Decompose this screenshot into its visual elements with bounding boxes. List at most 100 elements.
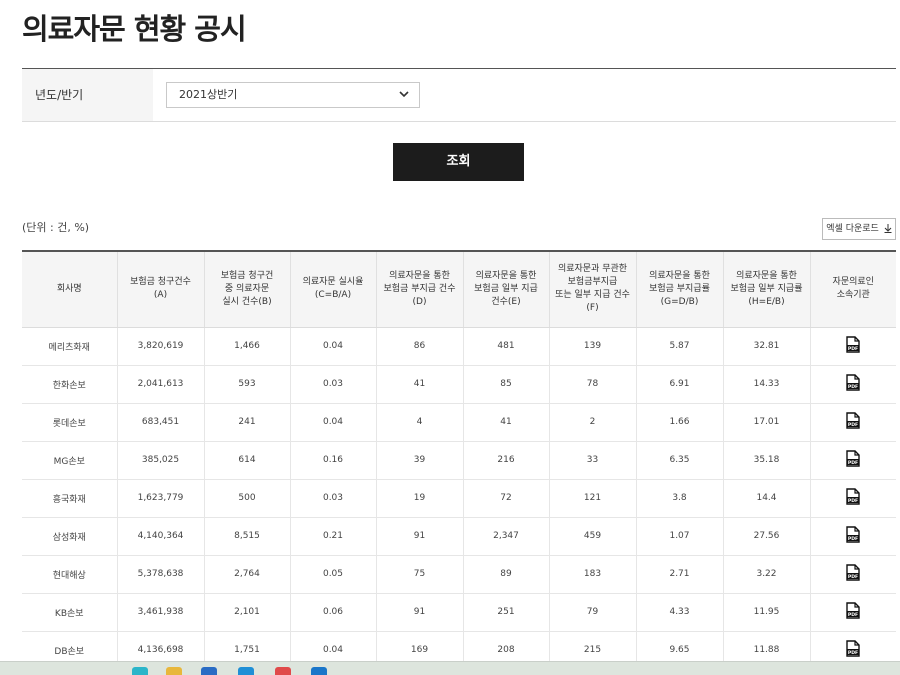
medical-advice-table: 회사명 보험금 청구건수 (A) 보험금 청구건 중 의료자문 실시 건수(B)… bbox=[22, 250, 896, 670]
cell-claims: 4,140,364 bbox=[116, 517, 204, 556]
table-row: MG손보 385,025 614 0.16 39 216 33 6.35 35.18 PDF bbox=[22, 441, 896, 480]
cell-unrelated: 33 bbox=[548, 441, 636, 480]
year-half-label: 년도/반기 bbox=[22, 69, 153, 121]
header-unrelated: 의료자문과 무관한 보험금부지급 또는 일부 지급 건수 (F) bbox=[548, 251, 636, 328]
svg-text:PDF: PDF bbox=[848, 650, 858, 656]
svg-text:PDF: PDF bbox=[848, 612, 858, 618]
cell-company: KB손보 bbox=[22, 593, 117, 632]
excel-download-button[interactable]: 엑셀 다운로드 bbox=[822, 218, 896, 240]
header-advice-rate: 의료자문 실시율 (C=B/A) bbox=[289, 251, 376, 328]
year-half-select[interactable]: 2021상반기 bbox=[166, 82, 420, 108]
search-button[interactable]: 조회 bbox=[393, 143, 524, 181]
header-institution: 자문의료인 소속기관 bbox=[809, 251, 896, 328]
cell-unrelated: 2 bbox=[548, 403, 636, 442]
cell-claims: 3,820,619 bbox=[116, 327, 204, 366]
cell-nonpayment-rate: 6.35 bbox=[635, 441, 723, 480]
pdf-file-icon[interactable]: PDF bbox=[846, 336, 860, 353]
cell-unrelated: 78 bbox=[548, 365, 636, 404]
cell-partial-rate: 3.22 bbox=[722, 555, 810, 594]
cell-nonpayment-rate: 3.8 bbox=[635, 479, 723, 518]
cell-unrelated: 183 bbox=[548, 555, 636, 594]
pdf-file-icon[interactable]: PDF bbox=[846, 640, 860, 657]
table-row: 한화손보 2,041,613 593 0.03 41 85 78 6.91 14.33 PDF bbox=[22, 365, 896, 404]
chevron-down-icon bbox=[399, 91, 409, 98]
cell-nonpayment-rate: 6.91 bbox=[635, 365, 723, 404]
svg-text:PDF: PDF bbox=[848, 346, 858, 352]
cell-advice-count: 593 bbox=[203, 365, 290, 404]
cell-claims: 2,041,613 bbox=[116, 365, 204, 404]
cell-nonpayment: 4 bbox=[375, 403, 463, 442]
cell-institution: PDF bbox=[809, 403, 896, 442]
excel-download-label: 엑셀 다운로드 bbox=[826, 224, 879, 234]
cell-institution: PDF bbox=[809, 365, 896, 404]
cell-partial-rate: 35.18 bbox=[722, 441, 810, 480]
table-row: 현대해상 5,378,638 2,764 0.05 75 89 183 2.71 3.22 PDF bbox=[22, 555, 896, 594]
cell-institution: PDF bbox=[809, 555, 896, 594]
svg-text:PDF: PDF bbox=[848, 460, 858, 466]
cell-advice-rate: 0.06 bbox=[289, 593, 376, 632]
cell-company: 메리츠화재 bbox=[22, 327, 117, 366]
cell-partial-payment: 72 bbox=[462, 479, 549, 518]
cell-partial-payment: 41 bbox=[462, 403, 549, 442]
cell-advice-count: 1,466 bbox=[203, 327, 290, 366]
cell-partial-payment: 85 bbox=[462, 365, 549, 404]
cell-company: MG손보 bbox=[22, 441, 117, 480]
cell-partial-rate: 17.01 bbox=[722, 403, 810, 442]
pdf-file-icon[interactable]: PDF bbox=[846, 412, 860, 429]
table-row: 삼성화재 4,140,364 8,515 0.21 91 2,347 459 1.07 27.5… bbox=[22, 517, 896, 556]
cell-nonpayment: 75 bbox=[375, 555, 463, 594]
cell-unrelated: 459 bbox=[548, 517, 636, 556]
pdf-file-icon[interactable]: PDF bbox=[846, 602, 860, 619]
cell-company: 현대해상 bbox=[22, 555, 117, 594]
svg-text:PDF: PDF bbox=[848, 422, 858, 428]
cell-partial-rate: 14.4 bbox=[722, 479, 810, 518]
cell-partial-rate: 11.95 bbox=[722, 593, 810, 632]
cell-institution: PDF bbox=[809, 517, 896, 556]
cell-claims: 385,025 bbox=[116, 441, 204, 480]
cell-advice-rate: 0.04 bbox=[289, 403, 376, 442]
pdf-file-icon[interactable]: PDF bbox=[846, 526, 860, 543]
svg-text:PDF: PDF bbox=[848, 498, 858, 504]
cell-advice-rate: 0.21 bbox=[289, 517, 376, 556]
cell-unrelated: 79 bbox=[548, 593, 636, 632]
table-row: 흥국화재 1,623,779 500 0.03 19 72 121 3.8 14.4 PDF bbox=[22, 479, 896, 518]
cell-nonpayment-rate: 2.71 bbox=[635, 555, 723, 594]
cell-partial-payment: 481 bbox=[462, 327, 549, 366]
year-half-value: 2021상반기 bbox=[179, 88, 238, 101]
cell-claims: 683,451 bbox=[116, 403, 204, 442]
svg-text:PDF: PDF bbox=[848, 384, 858, 390]
cell-company: 흥국화재 bbox=[22, 479, 117, 518]
filter-bar: 년도/반기 2021상반기 bbox=[22, 68, 896, 122]
cell-nonpayment: 91 bbox=[375, 517, 463, 556]
cell-nonpayment-rate: 5.87 bbox=[635, 327, 723, 366]
table-header-row: 회사명 보험금 청구건수 (A) 보험금 청구건 중 의료자문 실시 건수(B)… bbox=[22, 251, 896, 328]
cell-nonpayment-rate: 4.33 bbox=[635, 593, 723, 632]
pdf-file-icon[interactable]: PDF bbox=[846, 488, 860, 505]
cell-claims: 5,378,638 bbox=[116, 555, 204, 594]
cell-nonpayment-rate: 1.07 bbox=[635, 517, 723, 556]
cell-nonpayment: 19 bbox=[375, 479, 463, 518]
svg-text:PDF: PDF bbox=[848, 536, 858, 542]
cell-partial-rate: 14.33 bbox=[722, 365, 810, 404]
header-advice-count: 보험금 청구건 중 의료자문 실시 건수(B) bbox=[203, 251, 290, 328]
cell-partial-payment: 216 bbox=[462, 441, 549, 480]
os-taskbar bbox=[0, 661, 900, 675]
cell-advice-count: 500 bbox=[203, 479, 290, 518]
pdf-file-icon[interactable]: PDF bbox=[846, 564, 860, 581]
table-row: 롯데손보 683,451 241 0.04 4 41 2 1.66 17.01 PDF bbox=[22, 403, 896, 442]
cell-advice-rate: 0.03 bbox=[289, 365, 376, 404]
cell-advice-count: 241 bbox=[203, 403, 290, 442]
cell-partial-payment: 2,347 bbox=[462, 517, 549, 556]
pdf-file-icon[interactable]: PDF bbox=[846, 374, 860, 391]
cell-institution: PDF bbox=[809, 441, 896, 480]
cell-advice-rate: 0.03 bbox=[289, 479, 376, 518]
svg-text:PDF: PDF bbox=[848, 574, 858, 580]
cell-nonpayment: 41 bbox=[375, 365, 463, 404]
cell-nonpayment-rate: 1.66 bbox=[635, 403, 723, 442]
cell-partial-payment: 251 bbox=[462, 593, 549, 632]
download-icon bbox=[884, 224, 892, 233]
cell-partial-payment: 89 bbox=[462, 555, 549, 594]
pdf-file-icon[interactable]: PDF bbox=[846, 450, 860, 467]
cell-advice-rate: 0.16 bbox=[289, 441, 376, 480]
cell-advice-count: 2,101 bbox=[203, 593, 290, 632]
